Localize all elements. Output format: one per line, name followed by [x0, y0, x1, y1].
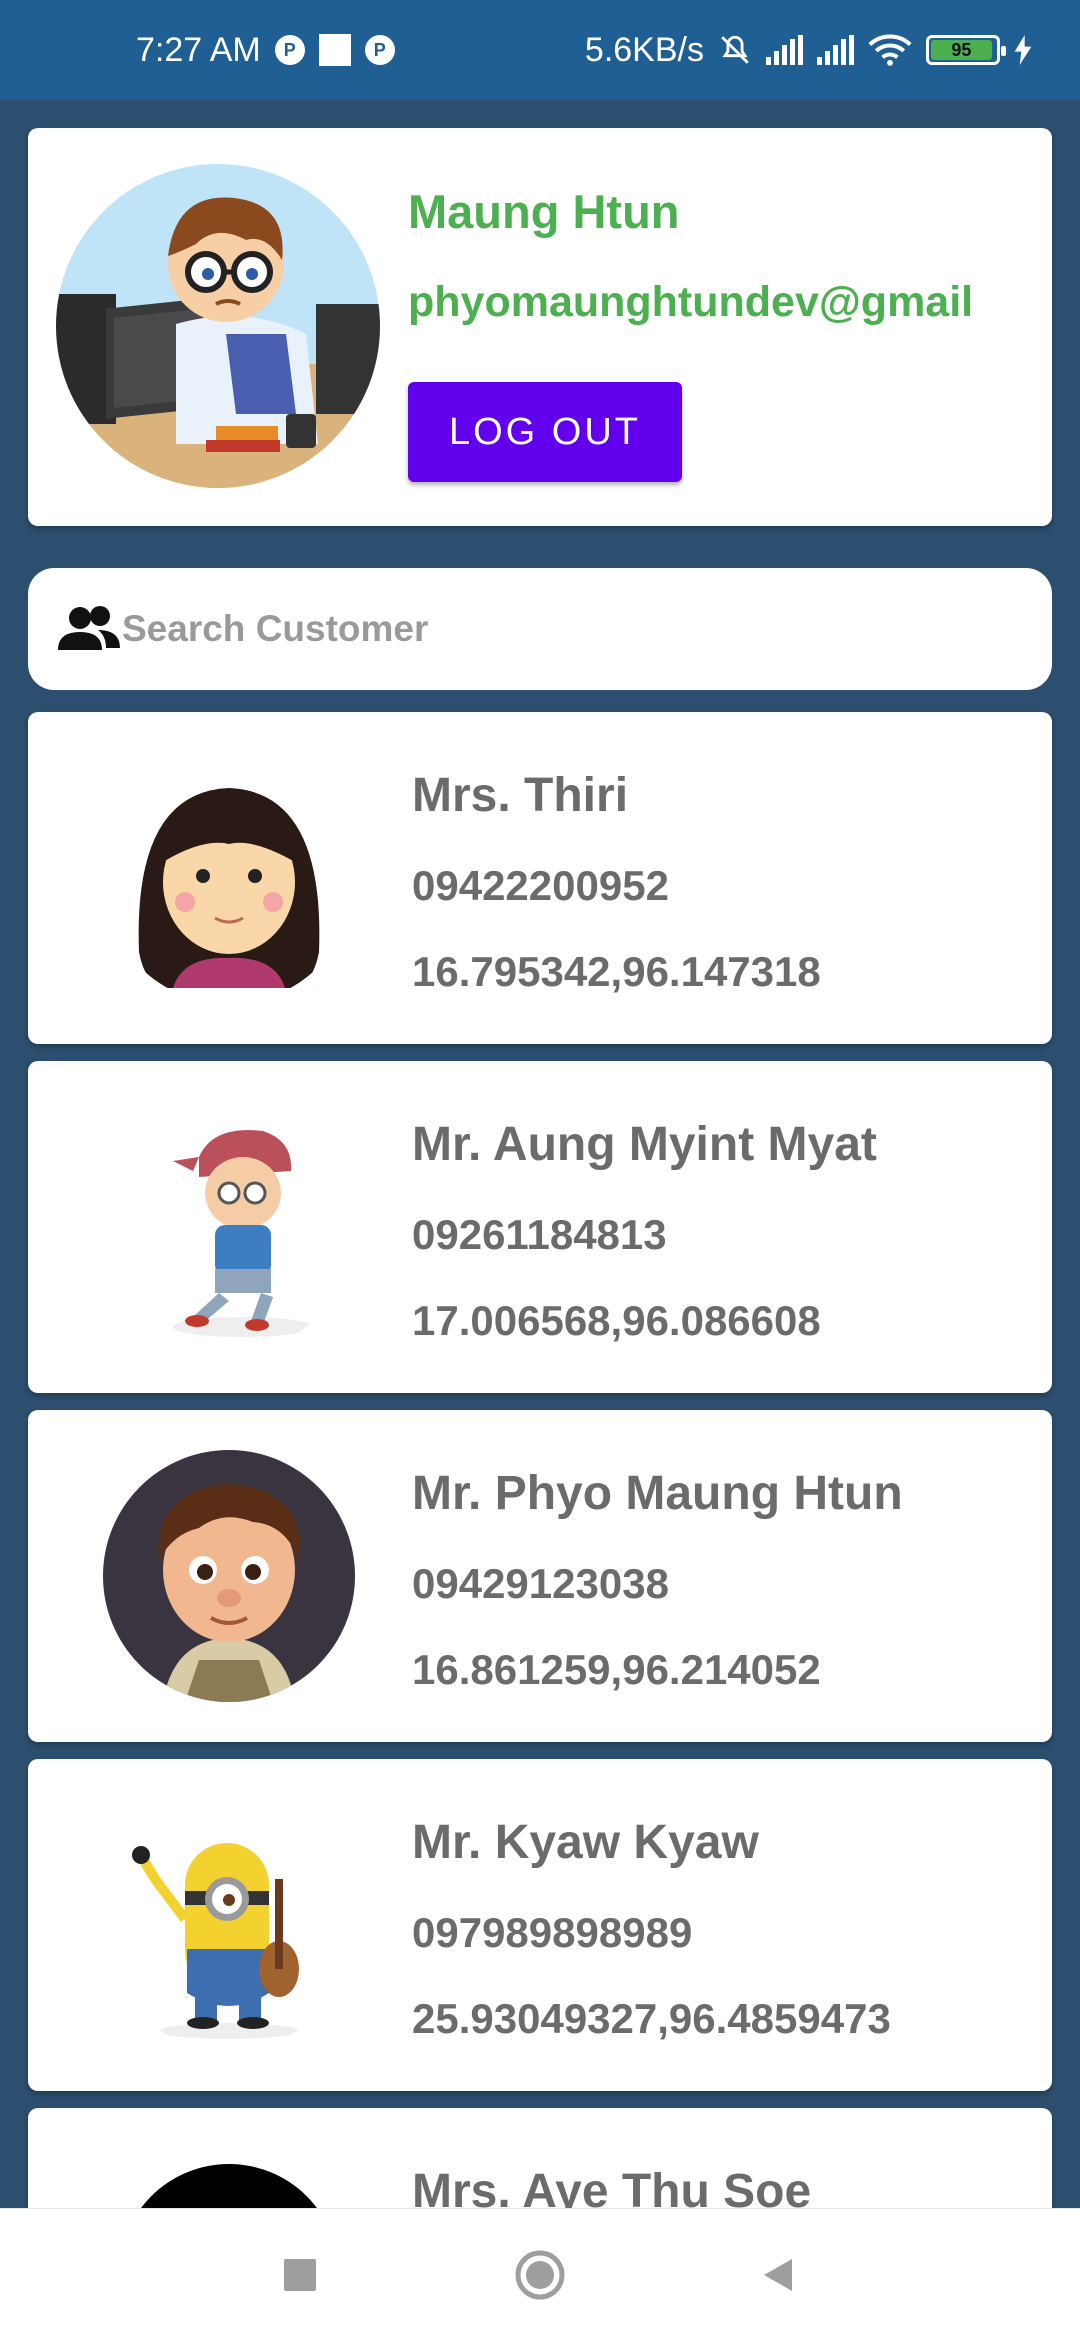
customer-card[interactable]: Mrs. Thiri 09422200952 16.795342,96.1473…	[28, 712, 1052, 1044]
customer-phone: 097989898989	[412, 1909, 693, 1956]
recents-icon[interactable]	[270, 2245, 330, 2305]
profile-name: Maung Htun	[408, 185, 680, 238]
status-left: 7:27 AM P P	[136, 31, 395, 70]
customer-name: Mrs. Thiri	[412, 769, 629, 822]
customer-card[interactable]: Mr. Kyaw Kyaw 097989898989 25.93049327,9…	[28, 1759, 1052, 2091]
signal-icon	[766, 35, 803, 65]
customer-phone: 09261184813	[412, 1211, 667, 1258]
customer-coords: 25.93049327,96.4859473	[412, 1995, 891, 2042]
logout-button[interactable]: LOG OUT	[408, 382, 682, 482]
mute-icon	[718, 33, 752, 67]
customer-avatar	[103, 1450, 355, 1702]
search-input[interactable]	[122, 608, 1002, 650]
profile-avatar	[56, 164, 380, 488]
customer-coords: 16.861259,96.214052	[412, 1646, 821, 1693]
customer-name: Mr. Kyaw Kyaw	[412, 1816, 759, 1869]
customer-avatar	[103, 752, 355, 1004]
customer-name: Mr. Phyo Maung Htun	[412, 1467, 903, 1520]
customer-phone: 09429123038	[412, 1560, 669, 1607]
profile-card: Maung Htun phyomaunghtundev@gmail LOG OU…	[28, 128, 1052, 526]
customer-phone: 09422200952	[412, 862, 669, 909]
battery-level: 95	[931, 40, 992, 60]
customer-card[interactable]: Mr. Phyo Maung Htun 09429123038 16.86125…	[28, 1410, 1052, 1742]
battery-icon: 95	[926, 35, 1006, 65]
wifi-icon	[868, 33, 912, 67]
customer-name: Mr. Aung Myint Myat	[412, 1118, 877, 1171]
clock: 7:27 AM	[136, 30, 261, 69]
notification-icon: P	[274, 35, 305, 65]
customer-card[interactable]: Mr. Aung Myint Myat 09261184813 17.00656…	[28, 1061, 1052, 1393]
charging-icon	[1014, 35, 1032, 65]
signal-icon	[817, 35, 854, 65]
navigation-bar	[0, 2208, 1080, 2340]
profile-email: phyomaunghtundev@gmail	[408, 278, 974, 326]
back-icon[interactable]	[748, 2245, 808, 2305]
customer-avatar	[103, 1799, 355, 2051]
people-icon	[58, 604, 120, 654]
status-bar: 7:27 AM P P 5.6KB/s 95	[0, 0, 1080, 100]
customer-avatar	[103, 1101, 355, 1353]
net-speed: 5.6KB/s	[584, 30, 704, 69]
status-right: 5.6KB/s 95	[585, 31, 1032, 70]
notification-icon: P	[364, 35, 395, 65]
square-icon	[318, 34, 351, 66]
search-box[interactable]	[28, 568, 1052, 690]
home-icon[interactable]	[510, 2245, 570, 2305]
customer-coords: 17.006568,96.086608	[412, 1297, 821, 1344]
customer-coords: 16.795342,96.147318	[412, 948, 821, 995]
